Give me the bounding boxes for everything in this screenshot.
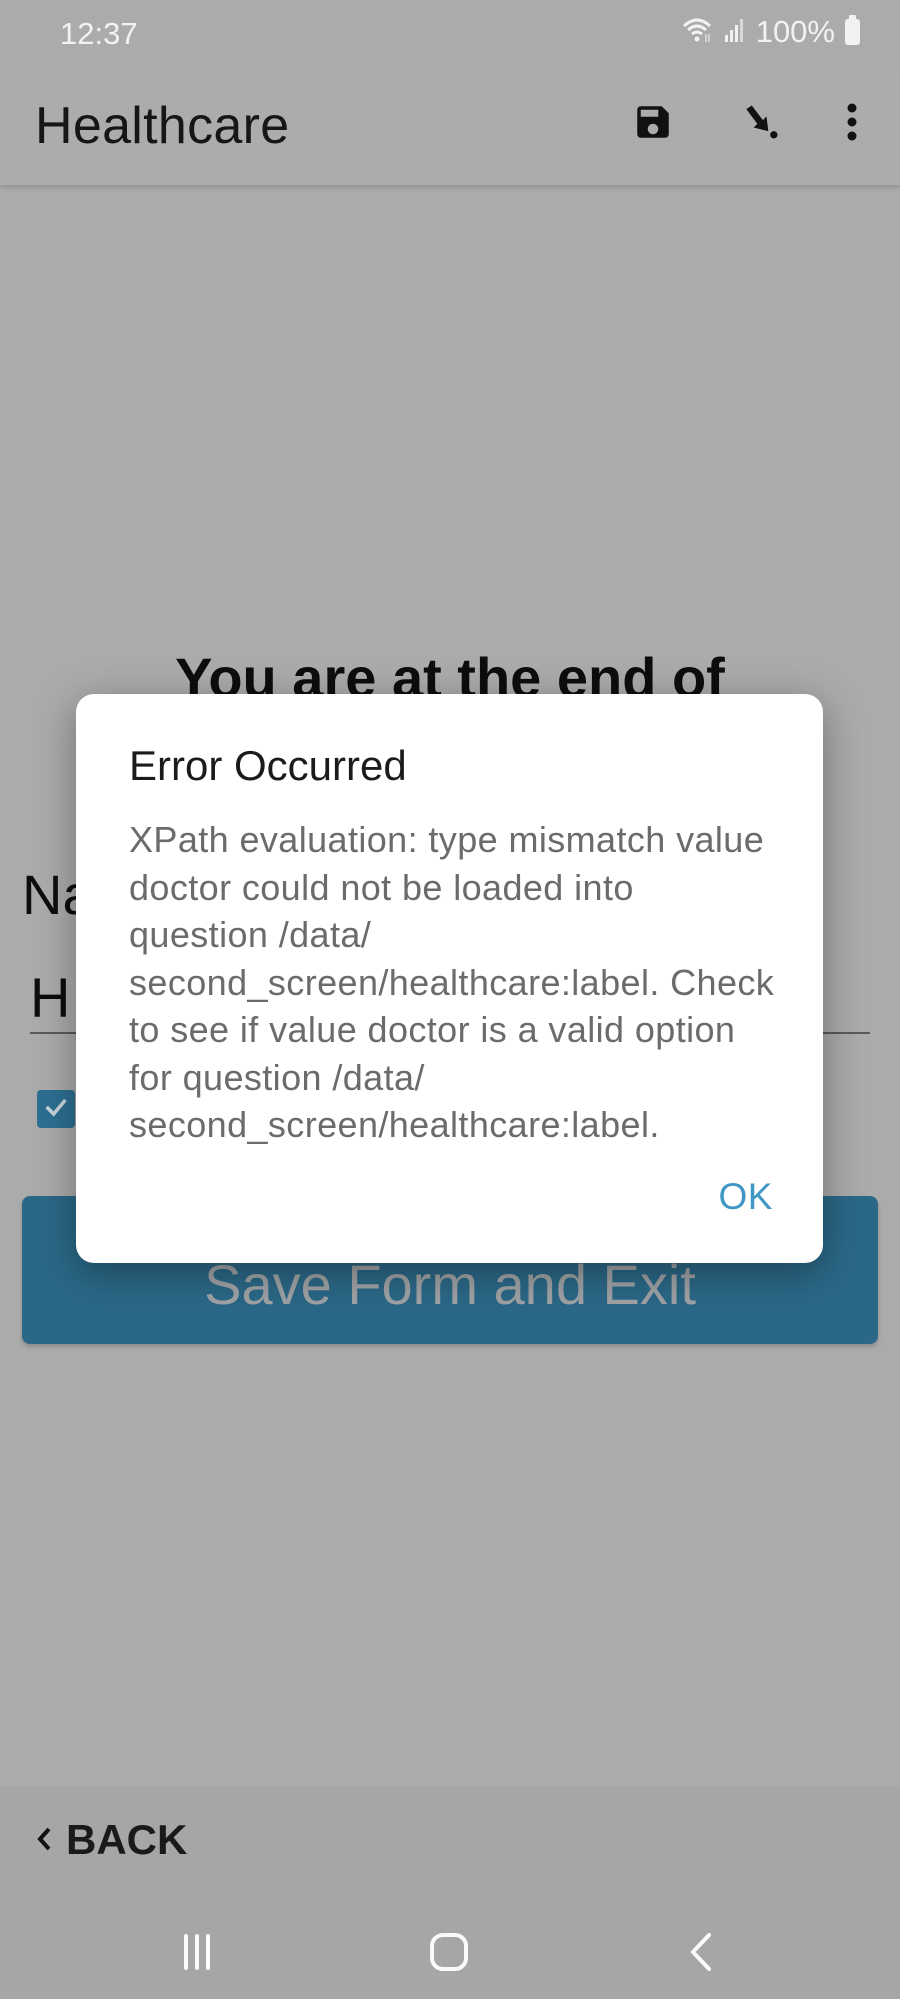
save-icon xyxy=(632,101,674,148)
ok-button[interactable]: OK xyxy=(719,1176,773,1218)
home-button[interactable] xyxy=(409,1926,489,1982)
back-icon xyxy=(685,1931,715,1978)
app-bar: Healthcare xyxy=(0,70,900,185)
status-time: 12:37 xyxy=(60,16,138,51)
battery-percent: 100% xyxy=(755,14,835,49)
back-button[interactable]: BACK xyxy=(36,1816,187,1864)
system-nav-bar xyxy=(0,1906,900,1999)
more-vertical-icon xyxy=(846,102,858,147)
more-options-button[interactable] xyxy=(824,96,880,152)
jump-arrow-icon xyxy=(739,100,783,149)
status-icons: 100% xyxy=(682,14,860,50)
home-icon xyxy=(428,1931,470,1978)
save-button[interactable] xyxy=(625,96,681,152)
check-icon xyxy=(42,1093,70,1126)
recents-button[interactable] xyxy=(157,1926,237,1982)
mark-finalized-checkbox[interactable] xyxy=(37,1090,75,1128)
recents-icon xyxy=(177,1932,217,1977)
chevron-left-icon xyxy=(36,1826,52,1855)
go-to-button[interactable] xyxy=(733,96,789,152)
system-back-button[interactable] xyxy=(660,1926,740,1982)
wifi-icon xyxy=(682,16,716,49)
status-bar: 12:37 100% xyxy=(0,0,900,70)
back-label: BACK xyxy=(66,1816,188,1863)
dialog-message: XPath evaluation: type mismatch value do… xyxy=(129,819,775,1145)
dialog-title: Error Occurred xyxy=(129,742,407,789)
error-dialog: Error Occurred XPath evaluation: type mi… xyxy=(76,694,823,1263)
battery-full-icon xyxy=(845,15,860,45)
form-navigation-bar: BACK xyxy=(0,1786,900,1906)
signal-icon xyxy=(724,17,748,48)
app-title: Healthcare xyxy=(35,97,290,155)
